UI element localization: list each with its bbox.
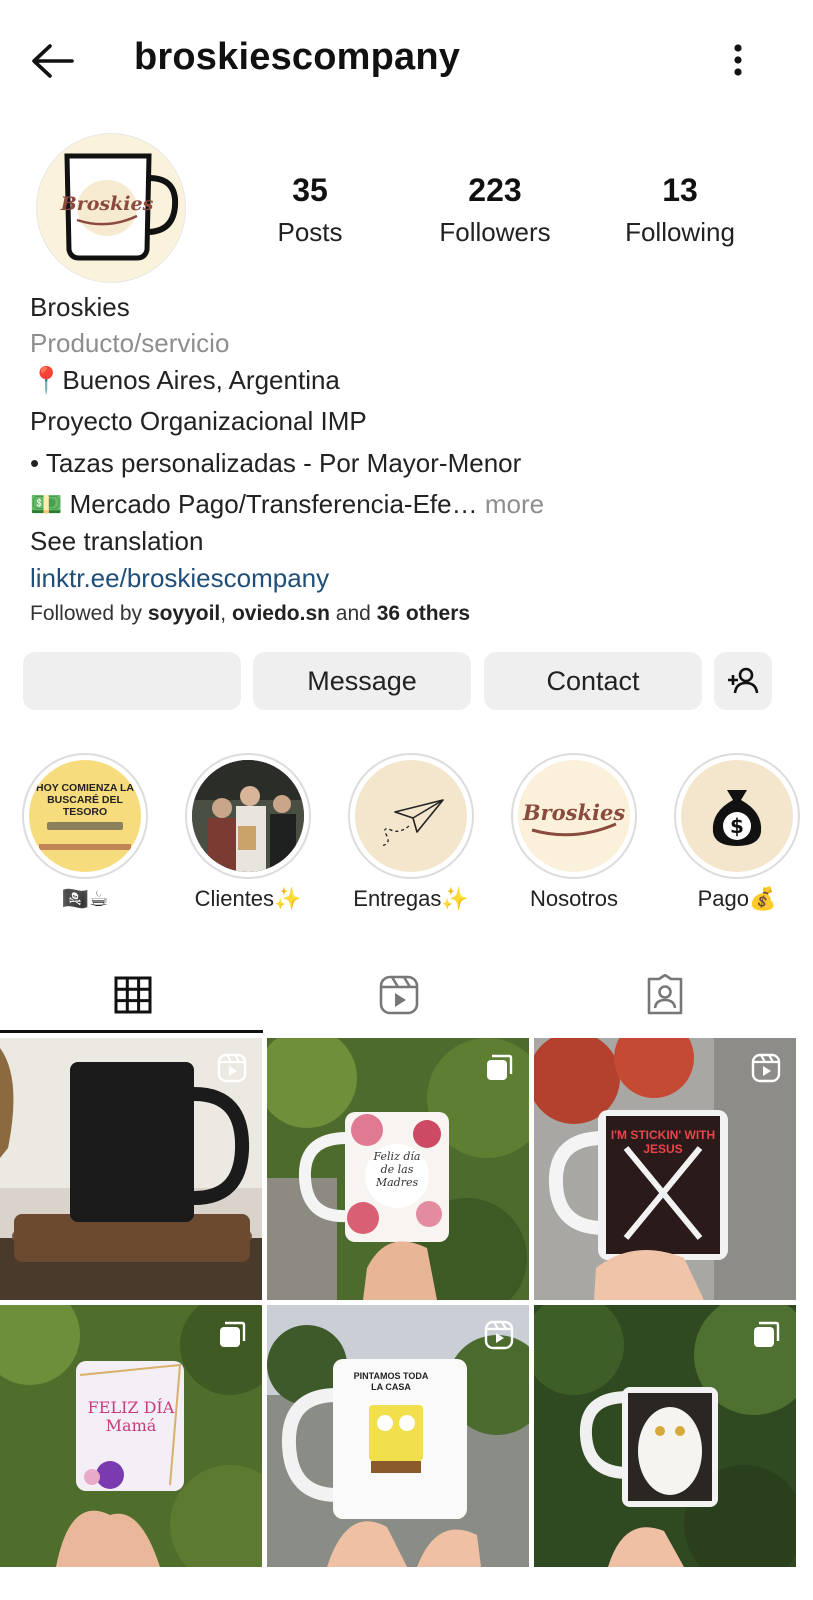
mug-logo-icon: Broskies — [37, 134, 185, 282]
person-add-icon — [728, 667, 759, 694]
post-5[interactable]: PINTAMOS TODA LA CASA — [267, 1305, 529, 1567]
active-tab-indicator — [0, 1030, 263, 1033]
svg-text:Broskies: Broskies — [60, 193, 154, 215]
highlight-3-label: Entregas✨ — [353, 886, 469, 911]
bio-line-1: Proyecto Organizacional IMP — [30, 406, 367, 436]
bio-external-link[interactable]: linktr.ee/broskiescompany — [30, 563, 329, 594]
arrow-left-icon — [32, 44, 74, 78]
reel-badge-icon — [217, 1053, 247, 1083]
highlight-1-cover: HOY COMIENZA LA BUSCARÉ DEL TESORO — [29, 760, 141, 872]
followers-count[interactable]: 223 Followers — [425, 170, 565, 254]
highlight-2-label: Clientes✨ — [194, 886, 302, 911]
followed-by[interactable]: Followed by soyyoil, oviedo.sn and 36 ot… — [30, 602, 470, 626]
posts-label: Posts — [277, 217, 343, 247]
profile-username: broskiescompany — [134, 36, 461, 78]
tab-reels[interactable] — [266, 958, 532, 1032]
top-bar: broskiescompany — [0, 0, 813, 120]
tab-grid[interactable] — [0, 958, 266, 1032]
highlight-5-cover: $ — [681, 760, 793, 872]
post-1[interactable] — [0, 1038, 262, 1300]
reel-badge-icon — [751, 1053, 781, 1083]
highlight-5-label: Pago💰 — [697, 886, 777, 911]
post-2-caption: Feliz día de las Madres — [373, 1150, 421, 1189]
followers-number: 223 — [468, 172, 522, 208]
highlight-4-cover: Broskies — [518, 760, 630, 872]
followed-user-1: soyyoil — [147, 602, 221, 625]
posts-number: 35 — [292, 172, 328, 208]
bio-location: 📍Buenos Aires, Argentina — [30, 365, 340, 395]
highlight-2-cover — [192, 760, 304, 872]
suggest-people-button[interactable] — [714, 652, 772, 710]
post-4[interactable]: FELIZ DÍA Mamá — [0, 1305, 262, 1567]
bio-line-3: 💵 Mercado Pago/Transferencia-Efe… more — [30, 489, 544, 520]
post-3[interactable]: I'M STICKIN' WITH JESUS — [534, 1038, 796, 1300]
profile-category: Producto/servicio — [30, 328, 230, 358]
money-bag-icon: $ — [712, 790, 762, 846]
following-count[interactable]: 13 Following — [612, 170, 748, 254]
post-5-caption: PINTAMOS TODA LA CASA — [353, 1371, 429, 1392]
contact-button[interactable]: Contact — [484, 652, 702, 710]
following-number: 13 — [662, 172, 698, 208]
post-3-caption: I'M STICKIN' WITH JESUS — [610, 1128, 716, 1156]
followed-sep: , — [220, 602, 232, 625]
svg-text:$: $ — [730, 814, 744, 838]
profile-avatar[interactable]: Broskies — [37, 134, 185, 282]
highlight-4-label: Nosotros — [529, 886, 619, 911]
reels-icon — [379, 975, 419, 1015]
reel-badge-icon — [484, 1320, 514, 1350]
highlight-2[interactable] — [185, 753, 311, 879]
highlight-1-label: 🏴‍☠️☕ — [61, 886, 109, 911]
highlight-1[interactable]: HOY COMIENZA LA BUSCARÉ DEL TESORO — [22, 753, 148, 879]
more-vertical-icon — [734, 44, 742, 76]
highlight-3[interactable] — [348, 753, 474, 879]
swoosh-icon — [531, 822, 617, 837]
carousel-badge-icon — [487, 1054, 513, 1080]
back-button[interactable] — [28, 40, 76, 84]
bio-line-3-text: 💵 Mercado Pago/Transferencia-Efe… — [30, 489, 478, 519]
customers-photo-icon — [192, 760, 304, 872]
carousel-badge-icon — [754, 1321, 780, 1347]
tab-tagged[interactable] — [532, 958, 798, 1032]
followed-prefix: Followed by — [30, 602, 148, 625]
more-link[interactable]: more — [485, 489, 544, 519]
post-2[interactable]: Feliz día de las Madres — [267, 1038, 529, 1300]
highlight-1-cover-text: HOY COMIENZA LA BUSCARÉ DEL TESORO — [35, 782, 134, 818]
post-6[interactable] — [534, 1305, 796, 1567]
message-button[interactable]: Message — [253, 652, 471, 710]
bio-line-2: • Tazas personalizadas - Por Mayor-Menor — [30, 448, 522, 478]
more-options-button[interactable] — [720, 40, 756, 84]
followed-others: 36 others — [376, 602, 471, 625]
highlight-3-cover — [355, 760, 467, 872]
follow-button[interactable] — [23, 652, 241, 710]
carousel-badge-icon — [220, 1321, 246, 1347]
paper-plane-icon — [380, 799, 444, 847]
profile-name: Broskies — [30, 292, 130, 322]
followed-user-2: oviedo.sn — [231, 602, 330, 625]
followed-and: and — [329, 602, 377, 625]
see-translation-link[interactable]: See translation — [30, 526, 203, 557]
followers-label: Followers — [439, 217, 551, 247]
following-label: Following — [625, 217, 735, 247]
tagged-icon — [647, 974, 683, 1015]
grid-icon — [114, 976, 152, 1014]
highlight-5[interactable]: $ — [674, 753, 800, 879]
highlight-4[interactable]: Broskies — [511, 753, 637, 879]
posts-count[interactable]: 35 Posts — [260, 170, 360, 254]
post-4-caption: FELIZ DÍA Mamá — [87, 1398, 175, 1435]
